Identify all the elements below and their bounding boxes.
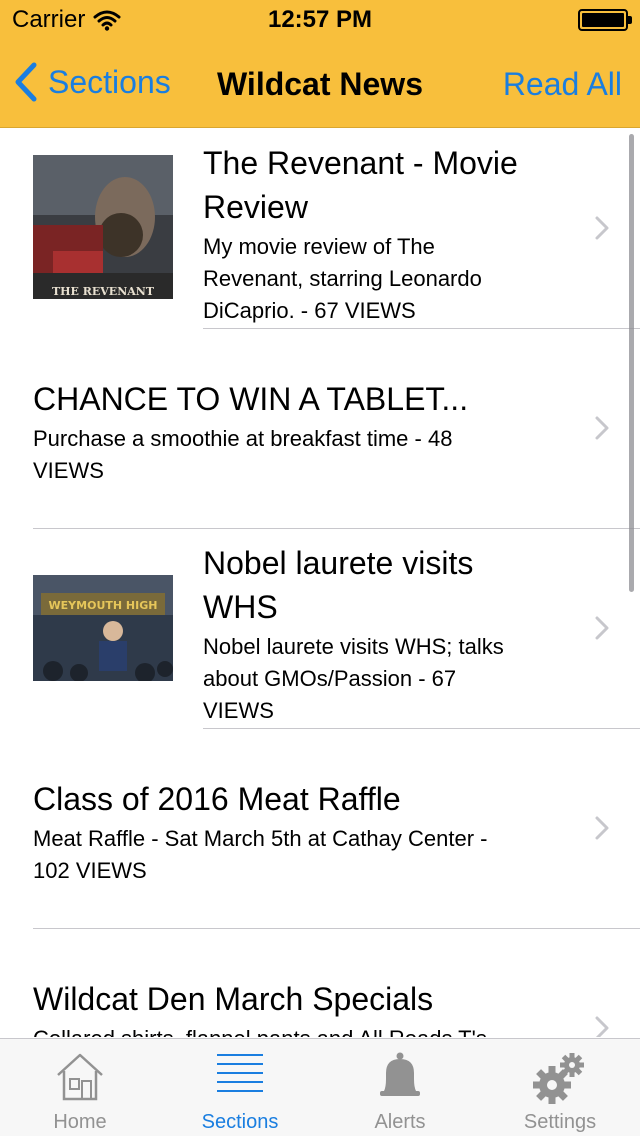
- tab-bar: Home Sections Alerts Settings: [0, 1038, 640, 1136]
- tab-label: Home: [53, 1111, 107, 1133]
- header: Carrier 12:57 PM Sections Wildcat News R…: [0, 0, 640, 128]
- article-list: THE REVENANT The Revenant - Movie Review…: [0, 129, 640, 1037]
- article-summary: Purchase a smoothie at breakfast time - …: [33, 426, 453, 483]
- bell-icon: [380, 1052, 420, 1096]
- read-all-button[interactable]: Read All: [503, 66, 622, 103]
- scrollbar[interactable]: [629, 134, 634, 592]
- status-time: 12:57 PM: [267, 6, 373, 33]
- article-title: The Revenant - Movie Review: [203, 145, 518, 225]
- chevron-right-icon: [595, 1016, 609, 1037]
- article-summary: Meat Raffle - Sat March 5th at Cathay Ce…: [33, 826, 488, 883]
- article-row-den-specials[interactable]: Wildcat Den March Specials Collared shir…: [0, 929, 640, 1037]
- article-title: CHANCE TO WIN A TABLET...: [33, 381, 469, 417]
- thumbnail-caption: WEYMOUTH HIGH: [49, 599, 158, 612]
- chevron-right-icon: [595, 216, 609, 240]
- article-row-meat-raffle[interactable]: Class of 2016 Meat Raffle Meat Raffle - …: [0, 729, 640, 929]
- article-row-nobel[interactable]: WEYMOUTH HIGH Nobel laurete visits WHS N…: [0, 529, 640, 729]
- tab-sections[interactable]: Sections: [160, 1039, 320, 1136]
- gear-icon: [533, 1053, 584, 1104]
- article-row-revenant[interactable]: THE REVENANT The Revenant - Movie Review…: [0, 129, 640, 329]
- article-title: Nobel laurete visits WHS: [203, 545, 474, 625]
- navigation-bar: Sections Wildcat News Read All: [0, 40, 640, 128]
- tab-label: Settings: [523, 1111, 597, 1133]
- tab-label: Sections: [201, 1111, 279, 1133]
- chevron-right-icon: [595, 416, 609, 440]
- tab-home[interactable]: Home: [0, 1039, 160, 1136]
- sections-icon: [217, 1054, 263, 1092]
- article-summary: Nobel laurete visits WHS; talks about GM…: [203, 634, 504, 723]
- article-row-tablet[interactable]: CHANCE TO WIN A TABLET... Purchase a smo…: [0, 329, 640, 529]
- home-icon: [57, 1053, 103, 1101]
- chevron-right-icon: [595, 816, 609, 840]
- tab-alerts[interactable]: Alerts: [320, 1039, 480, 1136]
- article-summary: Collared shirts, flannel pants and All R…: [33, 1023, 593, 1037]
- tab-label: Alerts: [374, 1111, 426, 1133]
- article-summary: My movie review of The Revenant, starrin…: [203, 234, 482, 323]
- article-thumbnail-nobel: WEYMOUTH HIGH: [33, 575, 173, 681]
- article-thumbnail-revenant: THE REVENANT: [33, 155, 173, 299]
- article-title: Class of 2016 Meat Raffle: [33, 781, 401, 817]
- thumbnail-caption: THE REVENANT: [52, 285, 155, 298]
- tab-settings[interactable]: Settings: [480, 1039, 640, 1136]
- article-title: Wildcat Den March Specials: [33, 981, 434, 1017]
- battery-icon: [578, 9, 632, 31]
- status-bar: Carrier 12:57 PM: [0, 0, 640, 40]
- chevron-right-icon: [595, 616, 609, 640]
